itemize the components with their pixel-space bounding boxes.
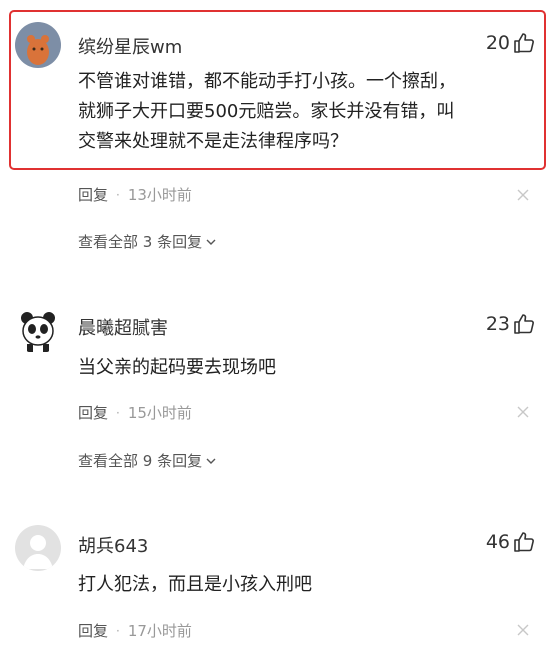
comment-text-line: 交警来处理就不是走法律程序吗？ [78, 131, 348, 152]
comment-text: 当父亲的起码要去现场吧 [78, 353, 533, 383]
comment-time: 13小时前 [127, 186, 192, 204]
reply-button[interactable]: 回复 [78, 184, 108, 205]
panda-avatar-image [15, 308, 61, 354]
view-all-replies-link[interactable]: 查看全部 9 条回复 [78, 450, 216, 471]
like-count: 46 [485, 531, 510, 553]
thumbs-up-icon [514, 33, 534, 53]
comment-username[interactable]: 晨曦超腻害 [78, 314, 168, 340]
comment-username[interactable]: 胡兵643 [78, 532, 148, 558]
close-icon[interactable] [516, 623, 530, 637]
like-button[interactable]: 20 [486, 31, 536, 55]
view-all-replies-label: 查看全部 3 条回复 [78, 233, 203, 251]
like-button[interactable]: 23 [486, 312, 536, 336]
close-icon[interactable] [516, 188, 530, 202]
like-count: 23 [485, 313, 510, 335]
comment-text: 打人犯法，而且是小孩入刑吧 [78, 570, 533, 600]
reply-button[interactable]: 回复 [78, 402, 108, 423]
comment-time: 15小时前 [127, 404, 192, 422]
reply-row: 回复 · 15小时前 [78, 402, 192, 423]
comment-time: 17小时前 [127, 622, 192, 640]
comment-text-line: 就狮子大开口要500元赔尝。家长并没有错，叫 [78, 101, 455, 122]
thumbs-up-icon [514, 314, 534, 334]
like-button[interactable]: 46 [486, 530, 536, 554]
reply-button[interactable]: 回复 [78, 620, 108, 641]
avatar-image [15, 22, 61, 68]
comment-text: 不管谁对谁错，都不能动手打小孩。一个擦刮， 就狮子大开口要500元赔尝。家长并没… [78, 67, 533, 157]
thumbs-up-icon [514, 532, 534, 552]
chevron-down-icon [206, 458, 216, 464]
comment-text-line: 不管谁对谁错，都不能动手打小孩。一个擦刮， [78, 71, 456, 92]
view-all-replies-label: 查看全部 9 条回复 [78, 452, 203, 470]
comment-text-line: 当父亲的起码要去现场吧 [78, 357, 276, 378]
avatar[interactable] [15, 308, 61, 354]
default-avatar-image [15, 525, 61, 571]
reply-row: 回复 · 17小时前 [78, 620, 192, 641]
close-icon[interactable] [516, 405, 530, 419]
reply-row: 回复 · 13小时前 [78, 184, 192, 205]
avatar[interactable] [15, 525, 61, 571]
comment-text-line: 打人犯法，而且是小孩入刑吧 [78, 574, 312, 595]
like-count: 20 [485, 32, 510, 54]
avatar[interactable] [15, 22, 61, 68]
view-all-replies-link[interactable]: 查看全部 3 条回复 [78, 231, 216, 252]
chevron-down-icon [206, 239, 216, 245]
comment-username[interactable]: 缤纷星辰wm [78, 33, 182, 59]
